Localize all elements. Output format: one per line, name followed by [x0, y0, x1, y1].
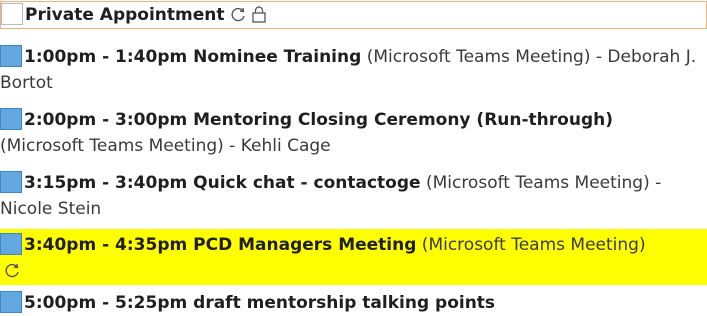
recurring-icon [3, 261, 21, 287]
appointment-item[interactable]: 1:00pm - 1:40pm Nominee Training (Micros… [0, 44, 700, 96]
appointment-item[interactable]: 2:00pm - 3:00pm Mentoring Closing Ceremo… [0, 107, 700, 159]
appointment-detail: (Microsoft Teams Meeting) [416, 235, 646, 255]
category-color-box [0, 171, 22, 193]
appointment-title: 1:00pm - 1:40pm Nominee Training [24, 47, 362, 67]
appointment-item[interactable]: 3:15pm - 3:40pm Quick chat - contactoge … [0, 170, 700, 222]
appointment-title: 2:00pm - 3:00pm Mentoring Closing Ceremo… [24, 110, 613, 130]
appointment-title: Private Appointment [25, 5, 225, 25]
category-color-box [1, 3, 23, 25]
recurring-icon [229, 5, 247, 31]
category-color-box [0, 233, 22, 255]
category-color-box [0, 108, 22, 130]
appointment-item[interactable]: 5:00pm - 5:25pm draft mentorship talking… [0, 290, 700, 316]
appointment-private[interactable]: Private Appointment [0, 1, 707, 29]
appointment-title: 3:15pm - 3:40pm Quick chat - contactoge [24, 173, 421, 193]
category-color-box [0, 45, 22, 67]
appointment-item-highlighted[interactable]: 3:40pm - 4:35pm PCD Managers Meeting (Mi… [0, 229, 707, 285]
appointment-title: 5:00pm - 5:25pm draft mentorship talking… [24, 293, 496, 313]
category-color-box [0, 291, 22, 313]
appointment-title: 3:40pm - 4:35pm PCD Managers Meeting [24, 235, 417, 255]
appointment-detail: (Microsoft Teams Meeting) - Kehli Cage [0, 136, 331, 156]
lock-icon [251, 5, 267, 31]
